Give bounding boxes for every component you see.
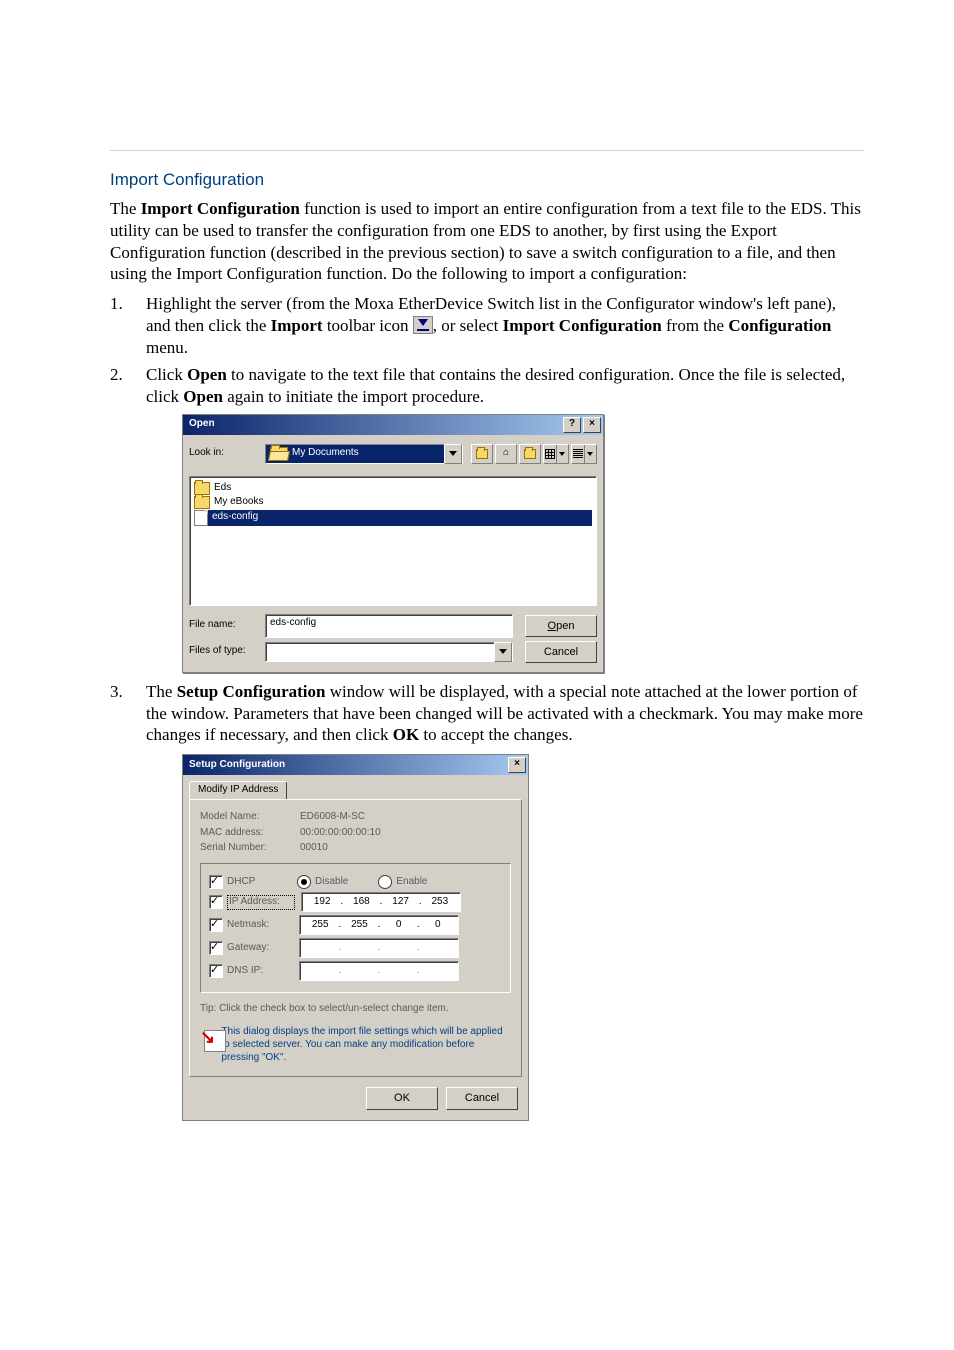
setup-ok-button[interactable]: OK [366, 1087, 438, 1109]
ip-group: DHCP Disable Enable IP Address: 192.168.… [200, 863, 511, 993]
note-text: This dialog displays the import file set… [221, 1026, 511, 1064]
setup-config-dialog: Setup Configuration × Modify IP Address … [182, 754, 529, 1120]
setup-cancel-button[interactable]: Cancel [446, 1087, 518, 1109]
file-list-area[interactable]: Eds My eBooks eds-config [189, 476, 597, 606]
setup-dialog-title: Setup Configuration [189, 759, 285, 772]
folder-icon [194, 496, 210, 509]
step-3: The Setup Configuration window will be d… [110, 681, 864, 1121]
enable-label: Enable [396, 876, 427, 889]
header-rule [110, 150, 864, 151]
import-toolbar-icon [413, 316, 433, 334]
ip-checkbox[interactable] [209, 895, 223, 909]
step3-a: The [146, 682, 177, 701]
dhcp-label: DHCP [227, 876, 297, 889]
step1-c: , or select [433, 316, 503, 335]
dns-label: DNS IP: [227, 965, 293, 978]
file-entry-ebooks[interactable]: My eBooks [194, 496, 592, 509]
dhcp-checkbox[interactable] [209, 875, 223, 889]
intro-paragraph: The Import Configuration function is use… [110, 198, 864, 285]
new-folder-button[interactable] [519, 444, 541, 464]
filetype-dropdown-button[interactable] [494, 642, 512, 662]
serial-value: 00010 [300, 842, 328, 855]
document-icon [194, 510, 208, 526]
step-2: Click Open to navigate to the text file … [110, 364, 864, 673]
step1-bold-import: Import [271, 316, 323, 335]
step2-c: again to initiate the import procedure. [223, 387, 484, 406]
open-button[interactable]: Open [525, 615, 597, 637]
file-entry-selected[interactable]: eds-config [194, 510, 592, 526]
section-title: Import Configuration [110, 170, 864, 190]
filename-input[interactable]: eds-config [265, 614, 513, 638]
netmask-checkbox[interactable] [209, 918, 223, 932]
view-details-button[interactable] [571, 444, 597, 464]
dns-checkbox[interactable] [209, 964, 223, 978]
tab-modify-ip[interactable]: Modify IP Address [189, 781, 287, 799]
step1-bold-importconfig: Import Configuration [503, 316, 662, 335]
step1-e: menu. [146, 338, 188, 357]
filetype-combo[interactable] [265, 642, 513, 662]
disable-label: Disable [315, 876, 348, 889]
model-name-value: ED6008-M-SC [300, 811, 365, 824]
lookin-dropdown-button[interactable] [444, 444, 462, 464]
open-dialog-title: Open [189, 418, 215, 431]
open-dialog-titlebar: Open ? × [183, 415, 603, 435]
step3-bold-ok: OK [393, 725, 419, 744]
mac-label: MAC address: [200, 827, 300, 840]
open-dialog-help-button[interactable]: ? [563, 417, 581, 433]
open-dialog: Open ? × Look in: My Documents [182, 414, 604, 673]
open-dialog-close-button[interactable]: × [583, 417, 601, 433]
folder-open-icon [270, 447, 288, 461]
enable-radio[interactable] [378, 875, 392, 889]
step2-bold-open1: Open [187, 365, 227, 384]
step2-bold-open2: Open [183, 387, 223, 406]
step1-b: toolbar icon [323, 316, 413, 335]
filetype-value [266, 643, 494, 661]
intro-bold: Import Configuration [141, 199, 300, 218]
view-list-button[interactable] [543, 444, 569, 464]
tip-text: Tip: Click the check box to select/un-se… [200, 1003, 511, 1016]
serial-label: Serial Number: [200, 842, 300, 855]
note-icon [200, 1026, 213, 1054]
netmask-label: Netmask: [227, 919, 293, 932]
ip-label: IP Address: [227, 895, 295, 910]
filetype-label: Files of type: [189, 645, 265, 658]
mac-value: 00:00:00:00:00:10 [300, 827, 381, 840]
filename-label: File name: [189, 619, 265, 632]
lookin-label: Look in: [189, 447, 265, 460]
step-1: Highlight the server (from the Moxa Ethe… [110, 293, 864, 358]
gateway-checkbox[interactable] [209, 941, 223, 955]
file-entry-eds[interactable]: Eds [194, 482, 592, 495]
netmask-input[interactable]: 255.255.0.0 [299, 915, 459, 935]
desktop-button[interactable]: ⌂ [495, 444, 517, 464]
steps-list: Highlight the server (from the Moxa Ethe… [110, 293, 864, 1121]
model-name-label: Model Name: [200, 811, 300, 824]
disable-radio[interactable] [297, 875, 311, 889]
cancel-button[interactable]: Cancel [525, 641, 597, 663]
step1-d: from the [662, 316, 729, 335]
step2-a: Click [146, 365, 187, 384]
step1-bold-configuration: Configuration [728, 316, 831, 335]
setup-dialog-titlebar: Setup Configuration × [183, 755, 528, 775]
step3-c: to accept the changes. [419, 725, 572, 744]
setup-dialog-close-button[interactable]: × [508, 757, 526, 773]
ip-address-input[interactable]: 192.168.127.253 [301, 892, 461, 912]
up-folder-button[interactable] [471, 444, 493, 464]
gateway-label: Gateway: [227, 942, 293, 955]
intro-text-a: The [110, 199, 141, 218]
gateway-input[interactable]: ... [299, 938, 459, 958]
lookin-combo[interactable]: My Documents [265, 444, 463, 464]
step3-bold-setup: Setup Configuration [177, 682, 326, 701]
lookin-value: My Documents [292, 447, 359, 460]
dns-input[interactable]: ... [299, 961, 459, 981]
